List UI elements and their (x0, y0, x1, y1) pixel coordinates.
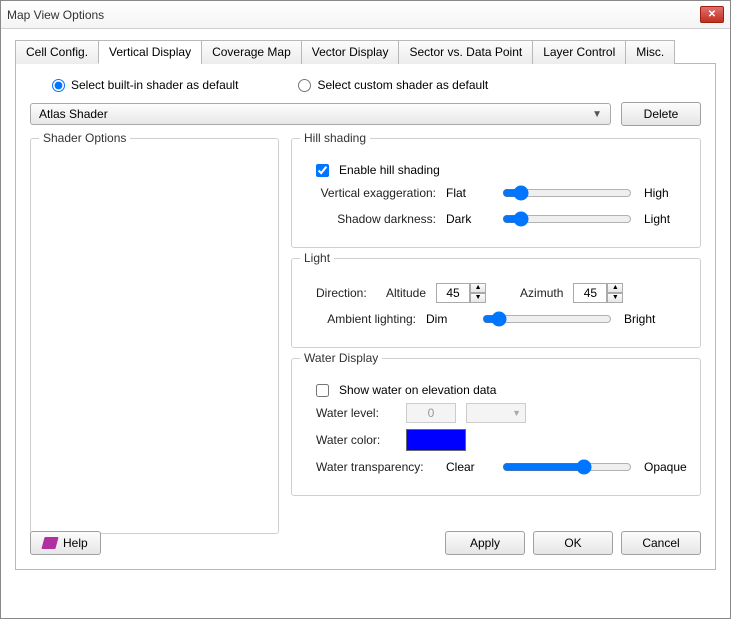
vertical-exaggeration-label: Vertical exaggeration: (316, 186, 436, 200)
help-button-label: Help (63, 536, 88, 550)
azimuth-input[interactable] (573, 283, 607, 303)
chevron-down-icon: ▼ (592, 109, 602, 120)
clear-label: Clear (446, 460, 490, 474)
radio-builtin-input[interactable] (52, 79, 65, 92)
light-label: Light (644, 212, 688, 226)
water-display-legend: Water Display (300, 351, 382, 365)
dim-label: Dim (426, 312, 470, 326)
shadow-darkness-slider[interactable] (502, 211, 632, 227)
opaque-label: Opaque (644, 460, 688, 474)
delete-button[interactable]: Delete (621, 102, 701, 126)
enable-hill-shading-label: Enable hill shading (339, 163, 440, 177)
show-water-label: Show water on elevation data (339, 383, 496, 397)
show-water-checkbox[interactable] (316, 384, 329, 397)
water-level-input (406, 403, 456, 423)
tab-coverage-map[interactable]: Coverage Map (201, 40, 302, 64)
light-panel: Light Direction: Altitude ▲▼ Azimuth (291, 258, 701, 348)
tab-cell-config[interactable]: Cell Config. (15, 40, 99, 64)
water-color-swatch[interactable] (406, 429, 466, 451)
light-legend: Light (300, 251, 334, 265)
tab-sector-vs-datapoint[interactable]: Sector vs. Data Point (398, 40, 533, 64)
tab-layer-control[interactable]: Layer Control (532, 40, 626, 64)
water-transparency-slider[interactable] (502, 459, 632, 475)
altitude-spinner[interactable]: ▲▼ (436, 283, 486, 303)
water-color-label: Water color: (316, 433, 396, 447)
bright-label: Bright (624, 312, 668, 326)
tab-panel: Select built-in shader as default Select… (15, 64, 716, 570)
direction-label: Direction: (316, 286, 376, 300)
help-button[interactable]: Help (30, 531, 101, 555)
shader-options-legend: Shader Options (39, 131, 130, 145)
altitude-down[interactable]: ▼ (470, 293, 486, 303)
azimuth-up[interactable]: ▲ (607, 283, 623, 293)
radio-custom-shader[interactable]: Select custom shader as default (298, 78, 488, 92)
radio-custom-input[interactable] (298, 79, 311, 92)
azimuth-down[interactable]: ▼ (607, 293, 623, 303)
water-transparency-label: Water transparency: (316, 460, 436, 474)
altitude-label: Altitude (386, 286, 426, 300)
shader-dropdown-value: Atlas Shader (39, 107, 108, 121)
water-level-label: Water level: (316, 406, 396, 420)
cancel-button[interactable]: Cancel (621, 531, 701, 555)
dark-label: Dark (446, 212, 490, 226)
tab-vector-display[interactable]: Vector Display (301, 40, 400, 64)
radio-custom-label: Select custom shader as default (317, 78, 488, 92)
ok-button[interactable]: OK (533, 531, 613, 555)
ambient-lighting-slider[interactable] (482, 311, 612, 327)
flat-label: Flat (446, 186, 490, 200)
close-button[interactable]: ✕ (700, 6, 724, 23)
hill-shading-legend: Hill shading (300, 131, 370, 145)
altitude-input[interactable] (436, 283, 470, 303)
vertical-exaggeration-slider[interactable] (502, 185, 632, 201)
water-level-units-dropdown: ▼ (466, 403, 526, 423)
shadow-darkness-label: Shadow darkness: (316, 212, 436, 226)
shader-options-panel: Shader Options (30, 138, 279, 534)
dialog-footer: Help Apply OK Cancel (30, 531, 701, 555)
ambient-lighting-label: Ambient lighting: (316, 312, 416, 326)
high-label: High (644, 186, 688, 200)
hill-shading-panel: Hill shading Enable hill shading Vertica… (291, 138, 701, 248)
radio-builtin-label: Select built-in shader as default (71, 78, 238, 92)
window-title: Map View Options (7, 8, 700, 22)
altitude-up[interactable]: ▲ (470, 283, 486, 293)
radio-builtin-shader[interactable]: Select built-in shader as default (52, 78, 238, 92)
dialog-window: Map View Options ✕ Cell Config. Vertical… (0, 0, 731, 619)
tab-bar: Cell Config. Vertical Display Coverage M… (15, 39, 716, 64)
tab-misc[interactable]: Misc. (625, 40, 675, 64)
help-icon (41, 537, 58, 549)
azimuth-spinner[interactable]: ▲▼ (573, 283, 623, 303)
enable-hill-shading-checkbox[interactable] (316, 164, 329, 177)
water-display-panel: Water Display Show water on elevation da… (291, 358, 701, 496)
content-area: Cell Config. Vertical Display Coverage M… (1, 29, 730, 582)
shader-dropdown[interactable]: Atlas Shader ▼ (30, 103, 611, 125)
chevron-down-icon: ▼ (512, 408, 521, 418)
apply-button[interactable]: Apply (445, 531, 525, 555)
tab-vertical-display[interactable]: Vertical Display (98, 40, 202, 64)
titlebar: Map View Options ✕ (1, 1, 730, 29)
azimuth-label: Azimuth (520, 286, 563, 300)
